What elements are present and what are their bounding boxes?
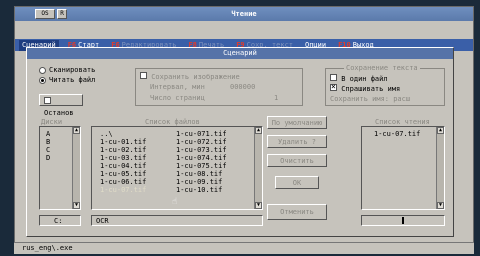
stop-button[interactable]: Останов — [39, 94, 83, 117]
ok-button[interactable]: ОК — [275, 176, 319, 189]
status-text: rus_eng\.exe — [22, 244, 73, 252]
default-button[interactable]: По умолчанию — [267, 116, 327, 129]
radio-read-file-label: Читать файл — [49, 76, 96, 84]
drives-scrollbar[interactable]: ▲ ▼ — [72, 127, 80, 209]
window-title: Чтение — [15, 7, 473, 21]
directory-field[interactable]: OCR — [91, 215, 263, 226]
one-file-label: В один файл — [341, 75, 388, 83]
file-item[interactable]: 1-cu-06.tif — [100, 178, 176, 186]
file-row: 1-cu-06.tif 1-cu-09.tif — [100, 178, 252, 186]
ask-name-checkbox — [330, 82, 337, 91]
radio-scan-label: Сканировать — [49, 66, 96, 74]
file-item[interactable]: 1-cu-071.tif — [176, 130, 252, 138]
file-item[interactable]: 1-cu-08.tif — [176, 170, 252, 178]
queue-progress-field — [361, 215, 445, 226]
drive-item[interactable]: C — [46, 146, 50, 154]
file-row: ..\ 1-cu-071.tif — [100, 130, 252, 138]
interval-value[interactable]: 000000 — [230, 83, 255, 91]
ask-name-label: Спрашивать имя — [341, 85, 401, 93]
one-file-option[interactable]: В один файл — [330, 74, 388, 83]
queue-scrollbar[interactable]: ▲ ▼ — [436, 127, 444, 209]
drives-rows: ABCD — [46, 130, 50, 162]
file-item[interactable]: 1-cu-09.tif — [176, 178, 252, 186]
pages-label: Число страниц — [150, 94, 205, 102]
file-row: 1-cu-03.tif 1-cu-074.tif — [100, 154, 252, 162]
save-name-label: Сохранить имя: расш — [330, 95, 411, 103]
drives-scroll-up-arrow-icon[interactable]: ▲ — [73, 127, 80, 134]
queue-rows: 1-cu-07.tif — [374, 130, 420, 138]
stop-indicator — [44, 97, 51, 104]
radio-read-file-indicator — [39, 76, 46, 84]
file-row: 1-cu-07.tif 1-cu-10.tif — [100, 186, 252, 194]
mouse-cursor-icon: ☝ — [172, 197, 178, 207]
queue-progress-marker — [402, 217, 404, 224]
files-scrollbar[interactable]: ▲ ▼ — [254, 127, 262, 209]
file-row: 1-cu-01.tif 1-cu-072.tif — [100, 138, 252, 146]
queue-scroll-down-arrow-icon[interactable]: ▼ — [437, 202, 444, 209]
drives-header: Диски — [41, 118, 63, 126]
files-list[interactable]: ..\ 1-cu-071.tif 1-cu-01.tif 1-cu-072.tif 1-… — [91, 126, 263, 210]
drives-scroll-down-arrow-icon[interactable]: ▼ — [73, 202, 80, 209]
status-bar: rus_eng\.exe — [14, 242, 474, 254]
files-scroll-down-arrow-icon[interactable]: ▼ — [255, 202, 262, 209]
save-text-group: Сохранение текста В один файл Спрашивать… — [325, 64, 445, 106]
queue-item[interactable]: 1-cu-07.tif — [374, 130, 420, 138]
directory-field-value: OCR — [96, 217, 109, 225]
file-row: 1-cu-04.tif 1-cu-075.tif — [100, 162, 252, 170]
drive-field[interactable]: C: — [39, 215, 81, 226]
radio-scan-indicator — [39, 66, 46, 74]
file-row: 1-cu-02.tif 1-cu-073.tif — [100, 146, 252, 154]
queue-scroll-up-arrow-icon[interactable]: ▲ — [437, 127, 444, 134]
radio-read-file[interactable]: Читать файл — [39, 76, 95, 84]
files-header: Список файлов — [145, 118, 200, 126]
clear-button[interactable]: Очистить — [267, 154, 327, 167]
one-file-checkbox — [330, 74, 337, 81]
dialog-title: Сценарий — [27, 48, 453, 59]
file-item[interactable]: 1-cu-10.tif — [176, 186, 252, 194]
radio-scan[interactable]: Сканировать — [39, 66, 95, 74]
file-item[interactable]: 1-cu-075.tif — [176, 162, 252, 170]
drive-item[interactable]: D — [46, 154, 50, 162]
file-item[interactable]: 1-cu-074.tif — [176, 154, 252, 162]
file-item[interactable]: 1-cu-072.tif — [176, 138, 252, 146]
drive-item[interactable]: A — [46, 130, 50, 138]
save-image-checkbox — [140, 72, 147, 79]
file-item[interactable]: ..\ — [100, 130, 176, 138]
save-text-title: Сохранение текста — [344, 64, 420, 72]
interval-label: Интервал, мин — [150, 83, 205, 91]
file-item[interactable]: 1-cu-01.tif — [100, 138, 176, 146]
file-row: 1-cu-05.tif 1-cu-08.tif — [100, 170, 252, 178]
file-item[interactable]: 1-cu-07.tif — [100, 186, 176, 194]
ask-name-option[interactable]: Спрашивать имя — [330, 82, 401, 93]
queue-list[interactable]: 1-cu-07.tif ▲ ▼ — [361, 126, 445, 210]
files-rows: ..\ 1-cu-071.tif 1-cu-01.tif 1-cu-072.tif 1-… — [100, 130, 252, 194]
save-image-option[interactable]: Сохранить изображение — [140, 72, 240, 81]
queue-header: Список чтения — [375, 118, 430, 126]
delete-button[interactable]: Удалить ? — [267, 135, 327, 148]
files-scroll-up-arrow-icon[interactable]: ▲ — [255, 127, 262, 134]
file-item[interactable]: 1-cu-02.tif — [100, 146, 176, 154]
file-item[interactable]: 1-cu-04.tif — [100, 162, 176, 170]
file-item[interactable]: 1-cu-05.tif — [100, 170, 176, 178]
save-image-label: Сохранить изображение — [151, 73, 240, 81]
system-menu-button[interactable]: OS — [35, 9, 55, 19]
stop-button-label: Останов — [44, 109, 74, 117]
drive-item[interactable]: B — [46, 138, 50, 146]
file-item[interactable]: 1-cu-073.tif — [176, 146, 252, 154]
image-options-group: Сохранить изображение Интервал, мин 0000… — [135, 68, 303, 106]
pages-value[interactable]: 1 — [274, 94, 278, 102]
cancel-button[interactable]: Отменить — [267, 204, 327, 220]
restore-button[interactable]: R — [57, 9, 67, 19]
drive-field-value: C: — [54, 217, 63, 225]
drives-list[interactable]: ABCD ▲ ▼ — [39, 126, 81, 210]
file-item[interactable]: 1-cu-03.tif — [100, 154, 176, 162]
scenario-dialog: Сценарий Сканировать Читать файл Останов… — [26, 47, 454, 237]
